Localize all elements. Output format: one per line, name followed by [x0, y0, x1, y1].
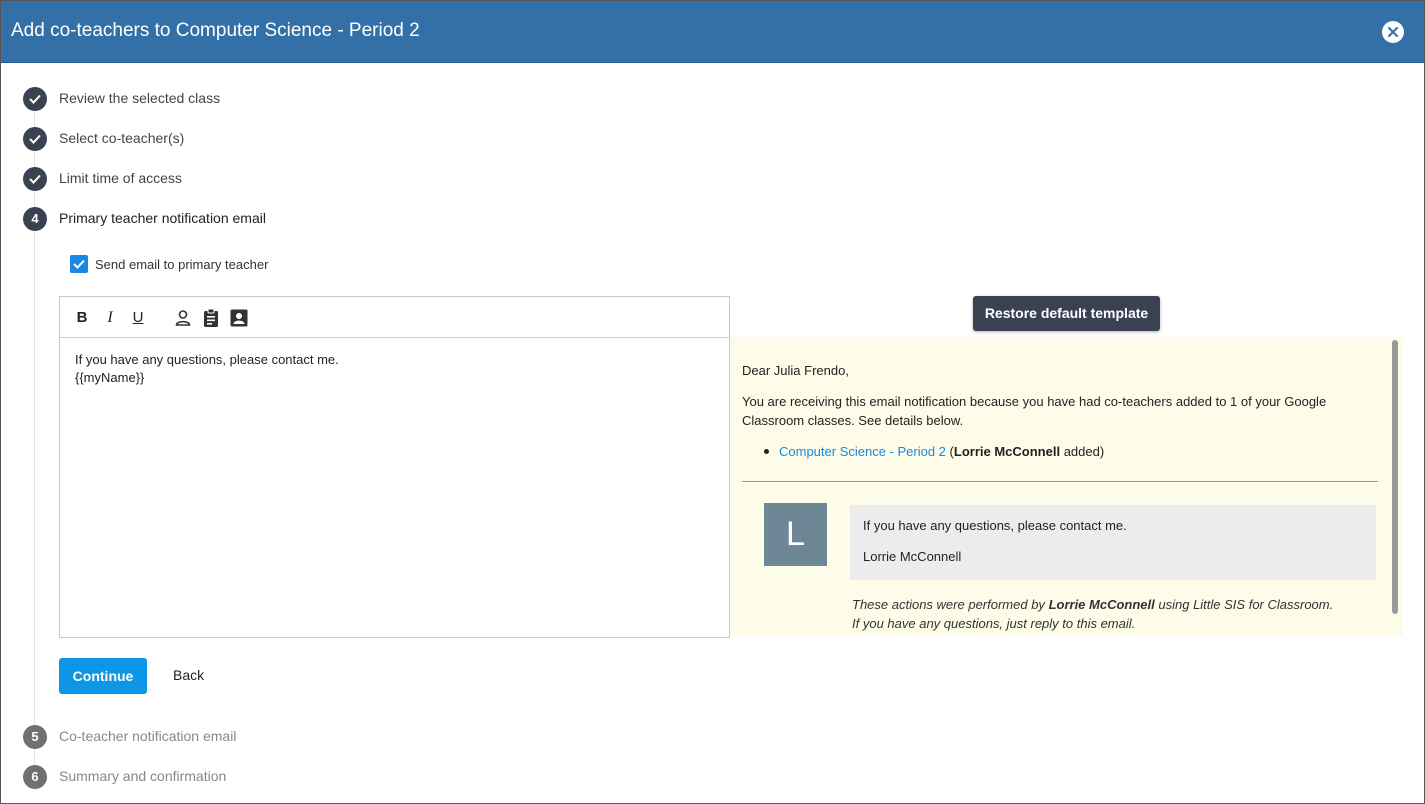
check-icon — [29, 134, 41, 144]
email-preview: Dear Julia Frendo, You are receiving thi… — [730, 337, 1403, 636]
preview-intro: You are receiving this email notificatio… — [742, 394, 1327, 428]
message-signature: Lorrie McConnell — [863, 549, 962, 564]
editor-line: {{myName}} — [75, 370, 145, 385]
footer-line-1: These actions were performed by Lorrie M… — [852, 595, 1333, 614]
footer-prefix: These actions were performed by — [852, 597, 1045, 612]
added-suffix: added) — [1063, 444, 1105, 459]
dialog-title: Add co-teachers to Computer Science - Pe… — [11, 20, 420, 41]
editor-line: If you have any questions, please contac… — [75, 352, 339, 367]
back-button[interactable]: Back — [173, 667, 204, 683]
insert-class-button[interactable] — [201, 308, 221, 328]
step-complete-badge — [23, 87, 47, 111]
step-label: Summary and confirmation — [59, 768, 227, 784]
message-box: If you have any questions, please contac… — [850, 505, 1376, 580]
footer-name: Lorrie McConnell — [1048, 597, 1155, 612]
preview-class-item: Computer Science - Period 2 (Lorrie McCo… — [754, 442, 1104, 461]
checkmark-icon — [73, 259, 85, 269]
bold-button[interactable]: B — [72, 308, 92, 328]
insert-name-button[interactable] — [173, 308, 193, 328]
contact-card-icon — [230, 309, 248, 327]
insert-contact-button[interactable] — [229, 308, 249, 328]
restore-default-template-button[interactable]: Restore default template — [973, 296, 1160, 331]
step-label: Primary teacher notification email — [59, 210, 266, 226]
footer-suffix: using Little SIS for Classroom. — [1158, 597, 1334, 612]
dialog: Add co-teachers to Computer Science - Pe… — [0, 0, 1425, 804]
editor-toolbar: B I U — [60, 297, 729, 338]
send-email-label[interactable]: Send email to primary teacher — [95, 257, 268, 272]
dialog-header: Add co-teachers to Computer Science - Pe… — [1, 1, 1424, 63]
step-number-badge: 5 — [23, 725, 47, 749]
avatar: L — [764, 503, 827, 566]
footer-line-2: If you have any questions, just reply to… — [852, 616, 1136, 631]
person-icon — [175, 310, 191, 326]
send-email-checkbox[interactable] — [70, 255, 88, 273]
class-link[interactable]: Computer Science - Period 2 — [779, 444, 946, 459]
close-button[interactable] — [1382, 21, 1404, 43]
step-label: Review the selected class — [59, 90, 221, 106]
preview-footer: These actions were performed by Lorrie M… — [852, 595, 1333, 633]
clipboard-icon — [204, 308, 218, 327]
step-number-badge: 6 — [23, 765, 47, 789]
step-complete-badge — [23, 167, 47, 191]
email-editor: B I U If you have any questions, please … — [59, 296, 730, 638]
check-icon — [29, 174, 41, 184]
preview-greeting: Dear Julia Frendo, — [742, 363, 849, 378]
divider — [742, 481, 1378, 482]
step-label: Select co-teacher(s) — [59, 130, 185, 146]
step-number-badge: 4 — [23, 207, 47, 231]
stepper-line — [34, 101, 35, 791]
check-icon — [29, 94, 41, 104]
message-line: If you have any questions, please contac… — [863, 518, 1127, 533]
coteacher-name: Lorrie McConnell — [953, 444, 1061, 459]
step-label: Limit time of access — [59, 170, 182, 186]
step-label: Co-teacher notification email — [59, 728, 237, 744]
preview-scrollbar[interactable] — [1392, 340, 1398, 614]
editor-content[interactable]: If you have any questions, please contac… — [75, 351, 339, 387]
bullet — [764, 449, 769, 455]
step-complete-badge — [23, 127, 47, 151]
italic-button[interactable]: I — [100, 308, 120, 328]
close-icon — [1388, 27, 1398, 37]
continue-button[interactable]: Continue — [59, 658, 147, 694]
underline-button[interactable]: U — [128, 308, 148, 328]
